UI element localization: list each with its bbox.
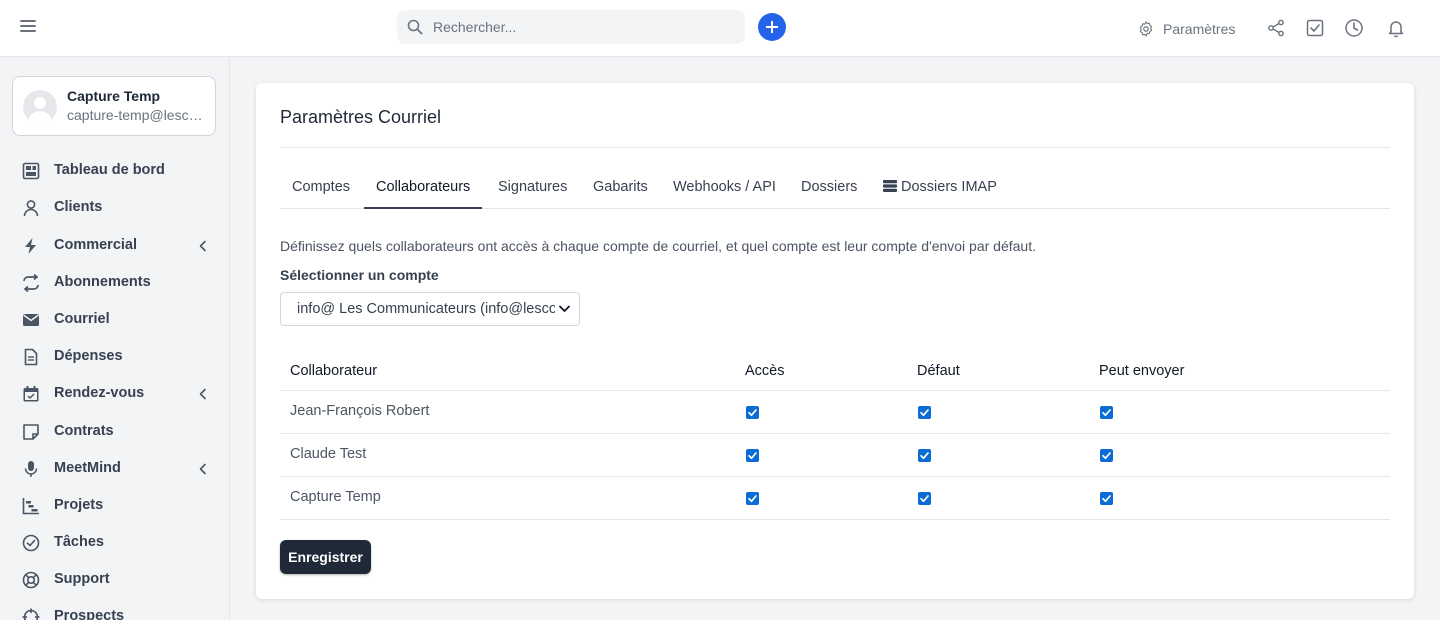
tab-gabarits[interactable]: Gabarits bbox=[581, 169, 660, 209]
settings-label: Paramètres bbox=[1163, 21, 1236, 37]
profile-email: capture-temp@lescommunicateurs.com bbox=[67, 107, 209, 123]
crosshair-icon bbox=[22, 608, 40, 620]
chevron-left-icon bbox=[199, 388, 206, 400]
collaborator-name: Capture Temp bbox=[290, 489, 381, 505]
tab-signatures[interactable]: Signatures bbox=[486, 169, 579, 209]
sidebar-item-label: Support bbox=[54, 571, 110, 587]
access-checkbox[interactable] bbox=[746, 406, 759, 419]
gantt-icon bbox=[22, 498, 39, 515]
microphone-icon bbox=[24, 461, 38, 477]
calendar-icon bbox=[23, 386, 39, 402]
sidebar-item-label: Projets bbox=[54, 497, 104, 513]
sidebar-item-label: MeetMind bbox=[54, 460, 121, 476]
default-checkbox[interactable] bbox=[918, 492, 931, 505]
sidebar-item-label: Tâches bbox=[54, 534, 104, 550]
search-icon bbox=[407, 19, 423, 35]
tab-comptes[interactable]: Comptes bbox=[280, 169, 362, 209]
lightning-icon bbox=[25, 238, 36, 254]
menu-icon[interactable] bbox=[20, 20, 36, 34]
tab-label: Dossiers IMAP bbox=[901, 179, 997, 195]
sidebar-item-rendez-vous[interactable]: Rendez-vous bbox=[0, 379, 229, 409]
table-row: Capture Temp bbox=[280, 477, 1390, 520]
bell-icon[interactable] bbox=[1386, 18, 1406, 38]
sidebar-item-abonnements[interactable]: Abonnements bbox=[0, 268, 229, 298]
top-bar: Paramètres bbox=[0, 0, 1440, 57]
document-icon bbox=[24, 348, 38, 366]
search-box[interactable] bbox=[397, 10, 745, 44]
sidebar: Capture Temp capture-temp@lescommunicate… bbox=[0, 57, 230, 620]
access-checkbox[interactable] bbox=[746, 449, 759, 462]
chevron-down-icon bbox=[559, 305, 570, 312]
share-icon[interactable] bbox=[1266, 18, 1286, 38]
column-header-acces: Accès bbox=[745, 363, 785, 379]
repeat-icon bbox=[23, 274, 39, 292]
sidebar-item-projets[interactable]: Projets bbox=[0, 491, 229, 521]
sidebar-item-taches[interactable]: Tâches bbox=[0, 528, 229, 558]
chevron-left-icon bbox=[199, 240, 206, 252]
can-send-checkbox[interactable] bbox=[1100, 449, 1113, 462]
access-checkbox[interactable] bbox=[746, 492, 759, 505]
search-input[interactable] bbox=[433, 10, 733, 44]
tab-dossiers-imap[interactable]: Dossiers IMAP bbox=[871, 169, 1009, 209]
lifebuoy-icon bbox=[22, 571, 40, 589]
sidebar-item-tableau-de-bord[interactable]: Tableau de bord bbox=[0, 156, 229, 186]
check-circle-icon bbox=[22, 534, 40, 552]
avatar bbox=[23, 90, 57, 124]
add-button[interactable] bbox=[758, 13, 786, 41]
dashboard-icon bbox=[22, 162, 40, 180]
sidebar-item-prospects[interactable]: Prospects bbox=[0, 602, 229, 620]
sidebar-item-label: Dépenses bbox=[54, 348, 123, 364]
note-icon bbox=[23, 424, 39, 440]
user-profile-card[interactable]: Capture Temp capture-temp@lescommunicate… bbox=[12, 76, 216, 136]
account-select-value: info@ Les Communicateurs (info@lescommun… bbox=[297, 301, 555, 317]
save-button[interactable]: Enregistrer bbox=[280, 540, 371, 574]
tab-webhooks-api[interactable]: Webhooks / API bbox=[661, 169, 788, 209]
clock-icon[interactable] bbox=[1344, 18, 1364, 38]
sidebar-item-depenses[interactable]: Dépenses bbox=[0, 342, 229, 372]
can-send-checkbox[interactable] bbox=[1100, 406, 1113, 419]
column-header-peut-envoyer: Peut envoyer bbox=[1099, 363, 1185, 379]
can-send-checkbox[interactable] bbox=[1100, 492, 1113, 505]
tab-collaborateurs[interactable]: Collaborateurs bbox=[364, 169, 483, 209]
default-checkbox[interactable] bbox=[918, 449, 931, 462]
default-checkbox[interactable] bbox=[918, 406, 931, 419]
column-header-defaut: Défaut bbox=[917, 363, 960, 379]
page-title: Paramètres Courriel bbox=[280, 107, 442, 127]
user-icon bbox=[23, 200, 39, 217]
account-select[interactable]: info@ Les Communicateurs (info@lescommun… bbox=[280, 292, 580, 326]
gear-icon bbox=[1139, 21, 1153, 37]
collaborator-name: Claude Test bbox=[290, 446, 367, 462]
select-account-label: Sélectionner un compte bbox=[280, 267, 439, 283]
sidebar-item-support[interactable]: Support bbox=[0, 565, 229, 595]
sidebar-item-contrats[interactable]: Contrats bbox=[0, 417, 229, 447]
description-text: Définissez quels collaborateurs ont accè… bbox=[280, 238, 1036, 254]
database-icon bbox=[883, 180, 897, 192]
table-row: Jean-François Robert bbox=[280, 391, 1390, 434]
sidebar-item-label: Commercial bbox=[54, 237, 138, 253]
divider bbox=[280, 147, 1390, 148]
table-header: Collaborateur Accès Défaut Peut envoyer bbox=[280, 353, 1390, 391]
collaborator-name: Jean-François Robert bbox=[290, 403, 430, 419]
settings-link[interactable]: Paramètres bbox=[1137, 18, 1235, 40]
checklist-icon[interactable] bbox=[1305, 18, 1325, 38]
sidebar-item-label: Clients bbox=[54, 199, 103, 215]
sidebar-item-commercial[interactable]: Commercial bbox=[0, 231, 229, 261]
profile-name: Capture Temp bbox=[67, 88, 161, 104]
sidebar-item-label: Tableau de bord bbox=[54, 162, 165, 178]
sidebar-item-courriel[interactable]: Courriel bbox=[0, 305, 229, 335]
sidebar-item-label: Abonnements bbox=[54, 274, 151, 290]
tab-dossiers[interactable]: Dossiers bbox=[789, 169, 869, 209]
email-settings-card: Paramètres Courriel Comptes Collaborateu… bbox=[256, 83, 1414, 599]
table-row: Claude Test bbox=[280, 434, 1390, 477]
settings-tabs: Comptes Collaborateurs Signatures Gabari… bbox=[280, 169, 1390, 209]
sidebar-item-label: Courriel bbox=[54, 311, 110, 327]
column-header-collaborateur: Collaborateur bbox=[290, 363, 378, 379]
sidebar-item-clients[interactable]: Clients bbox=[0, 193, 229, 223]
sidebar-item-label: Prospects bbox=[54, 608, 125, 620]
sidebar-item-meetmind[interactable]: MeetMind bbox=[0, 454, 229, 484]
chevron-left-icon bbox=[199, 463, 206, 475]
mail-icon bbox=[23, 314, 39, 326]
sidebar-item-label: Contrats bbox=[54, 423, 114, 439]
sidebar-item-label: Rendez-vous bbox=[54, 385, 145, 401]
